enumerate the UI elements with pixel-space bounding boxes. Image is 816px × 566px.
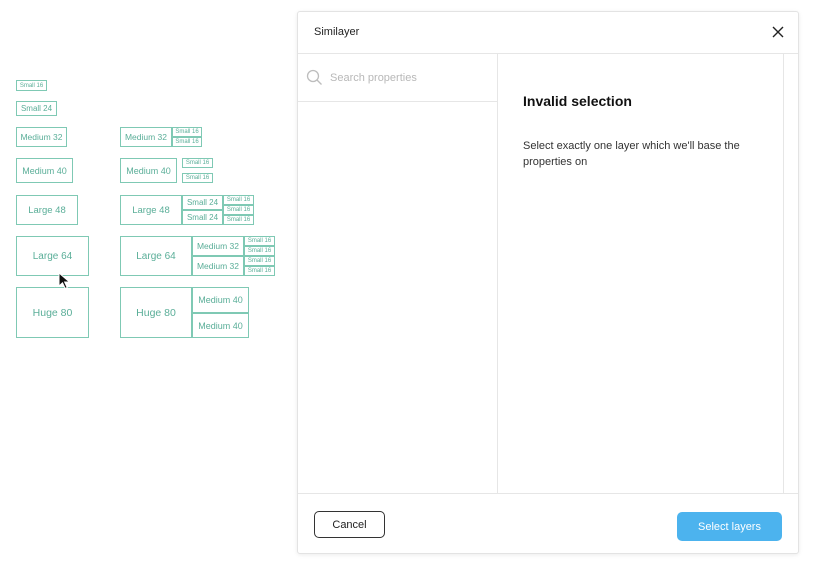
layer-medium-40[interactable]: Medium 40 [16, 158, 73, 183]
layer-small-16[interactable]: Small 16 [223, 215, 254, 225]
properties-list-pane [298, 53, 498, 493]
scrollbar[interactable] [783, 53, 784, 493]
layer-small-16[interactable]: Small 16 [244, 256, 275, 266]
layer-medium-32[interactable]: Medium 32 [192, 256, 244, 276]
details-pane: Invalid selection Select exactly one lay… [498, 53, 784, 493]
cancel-button[interactable]: Cancel [314, 511, 385, 538]
search-bar [298, 53, 498, 102]
layer-small-16[interactable]: Small 16 [182, 173, 213, 183]
layer-small-16[interactable]: Small 16 [244, 266, 275, 276]
layer-medium-32[interactable]: Medium 32 [16, 127, 67, 147]
layer-small-16[interactable]: Small 16 [244, 236, 275, 246]
plugin-window: Similayer Invalid selection Select exact… [297, 11, 799, 554]
layer-large-64[interactable]: Large 64 [16, 236, 89, 276]
layer-small-24[interactable]: Small 24 [182, 210, 223, 225]
layer-small-24[interactable]: Small 24 [182, 195, 223, 210]
layer-medium-40[interactable]: Medium 40 [120, 158, 177, 183]
layer-huge-80[interactable]: Huge 80 [120, 287, 192, 338]
layer-small-16[interactable]: Small 16 [182, 158, 213, 168]
select-layers-button[interactable]: Select layers [677, 512, 782, 541]
layer-medium-32[interactable]: Medium 32 [192, 236, 244, 256]
layer-small-16[interactable]: Small 16 [223, 205, 254, 215]
layer-medium-32[interactable]: Medium 32 [120, 127, 172, 147]
layer-small-16[interactable]: Small 16 [244, 246, 275, 256]
layer-medium-40[interactable]: Medium 40 [192, 287, 249, 313]
empty-state-message: Select exactly one layer which we'll bas… [523, 140, 740, 168]
layer-large-48[interactable]: Large 48 [120, 195, 182, 225]
plugin-title: Similayer [314, 26, 360, 38]
layer-small-16[interactable]: Small 16 [172, 127, 202, 137]
layer-small-24[interactable]: Small 24 [16, 101, 57, 116]
close-icon[interactable] [770, 24, 786, 40]
layer-large-48[interactable]: Large 48 [16, 195, 78, 225]
plugin-header: Similayer [298, 12, 798, 54]
mouse-cursor-icon [58, 272, 71, 290]
layer-small-16[interactable]: Small 16 [16, 80, 47, 91]
layer-small-16[interactable]: Small 16 [223, 195, 254, 205]
layer-small-16[interactable]: Small 16 [172, 137, 202, 147]
empty-state-title: Invalid selection [523, 93, 632, 109]
search-icon [306, 69, 322, 85]
layer-large-64[interactable]: Large 64 [120, 236, 192, 276]
search-input[interactable] [330, 68, 490, 88]
layer-huge-80[interactable]: Huge 80 [16, 287, 89, 338]
plugin-footer: Cancel Select layers [298, 493, 798, 554]
layer-medium-40[interactable]: Medium 40 [192, 313, 249, 338]
